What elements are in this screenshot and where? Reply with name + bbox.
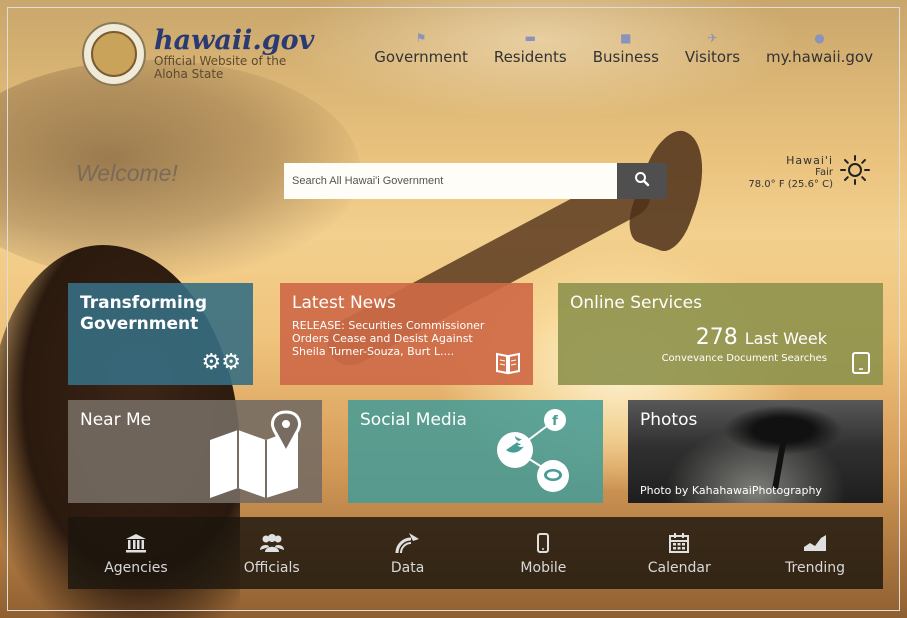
tile-online-services[interactable]: Online Services 278 Last Week Convevance… [558,283,883,385]
tile-social-media[interactable]: Social Media f [348,400,603,503]
bottom-nav-label: Calendar [647,560,711,576]
map-pin-icon [200,410,310,503]
weather-widget: Hawai'i Fair 78.0° F (25.6° C) [748,154,871,192]
search-button[interactable] [617,163,667,199]
gears-icon: ⚙⚙ [201,350,241,375]
bottom-nav: Agencies Officials Data Mobile Calendar … [68,517,883,589]
tile-title: Government [80,314,199,334]
tile-title: Online Services [570,293,702,313]
services-description: Convevance Document Searches [661,353,827,364]
search-icon [634,171,650,191]
bottom-nav-label: Data [390,560,425,576]
user-icon: ● [814,31,825,45]
services-count: 278 Last Week [696,325,827,350]
state-seal-icon [82,22,146,86]
calendar-icon [668,530,690,556]
social-icons: f [493,408,583,500]
tile-title: Transforming [80,293,208,313]
bottom-nav-label: Officials [243,560,300,576]
weather-temperature: 78.0° F (25.6° C) [748,179,833,190]
sofa-icon: ▬ [524,31,536,45]
building-icon [125,530,147,556]
site-logo[interactable]: hawaii.gov Official Website of the Aloha… [82,22,314,86]
book-icon [495,351,521,375]
sun-icon [839,154,871,192]
nav-government[interactable]: ⚑ Government [374,30,468,66]
weather-location: Hawai'i [786,154,833,167]
nav-label: Visitors [684,48,741,66]
bottom-nav-calendar[interactable]: Calendar [611,517,747,589]
data-icon [395,530,421,556]
flag-icon: ⚑ [415,31,427,45]
bottom-nav-label: Mobile [520,560,567,576]
bottom-nav-officials[interactable]: Officials [204,517,340,589]
tile-latest-news[interactable]: Latest News RELEASE: Securities Commissi… [280,283,533,385]
services-count-suffix: Last Week [744,329,827,348]
tile-title: Latest News [292,293,396,313]
services-count-value: 278 [695,325,738,350]
bottom-nav-label: Agencies [104,560,168,576]
briefcase-icon: ■ [620,31,632,45]
welcome-text: Welcome! [76,160,178,186]
nav-label: Government [374,48,468,66]
tablet-icon [851,351,871,375]
top-nav: ⚑ Government ▬ Residents ■ Business ✈ Vi… [374,30,873,66]
svg-text:f: f [552,414,558,429]
bottom-nav-data[interactable]: Data [340,517,476,589]
photo-credit: Photo by KahahawaiPhotography [640,484,822,497]
people-icon [259,530,285,556]
tile-photos[interactable]: Photos Photo by KahahawaiPhotography [628,400,883,503]
bottom-nav-mobile[interactable]: Mobile [475,517,611,589]
nav-my-hawaii[interactable]: ● my.hawaii.gov [766,30,873,66]
phone-icon [536,530,550,556]
nav-label: Residents [493,48,567,66]
nav-label: my.hawaii.gov [766,48,873,66]
trending-icon [803,530,827,556]
nav-label: Business [592,48,659,66]
site-title: hawaii.gov [154,25,315,56]
site-subtitle-line2: Aloha State [154,67,224,81]
nav-visitors[interactable]: ✈ Visitors [685,30,740,66]
airplane-icon: ✈ [707,31,718,45]
bottom-nav-label: Trending [785,560,846,576]
tile-transforming-government[interactable]: Transforming Government ⚙⚙ [68,283,253,385]
news-headline[interactable]: RELEASE: Securities Commissioner Orders … [292,319,492,358]
bottom-nav-trending[interactable]: Trending [747,517,883,589]
nav-business[interactable]: ■ Business [593,30,659,66]
tile-title: Photos [640,410,698,430]
tile-near-me[interactable]: Near Me [68,400,322,503]
search-bar [284,163,667,199]
bottom-nav-agencies[interactable]: Agencies [68,517,204,589]
nav-residents[interactable]: ▬ Residents [494,30,567,66]
search-input[interactable] [284,163,617,199]
weather-condition: Fair [815,167,833,178]
